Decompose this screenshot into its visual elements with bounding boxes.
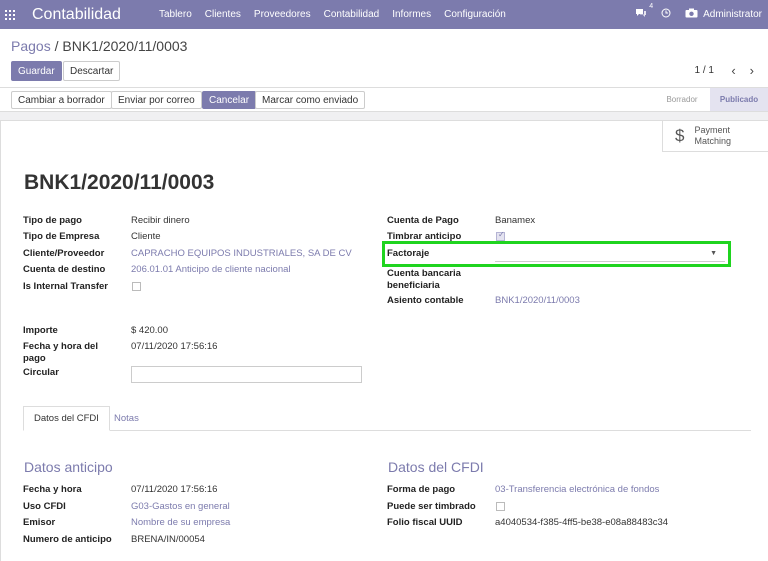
pager-value: 1 / 1 <box>694 65 714 76</box>
payment-date-label-line1: Fecha y hora del <box>23 341 98 352</box>
amount-value[interactable]: $ 420.00 <box>131 325 168 337</box>
journal-value[interactable]: Banamex <box>495 215 535 227</box>
payment-matching-line2: Matching <box>694 136 731 146</box>
payment-date-label: Fecha y hora del pago <box>23 341 98 365</box>
notebook-tabs: Datos del CFDI Notas <box>23 406 751 431</box>
advance-datetime-value[interactable]: 07/11/2020 17:56:16 <box>131 484 217 496</box>
payment-form-label: Forma de pago <box>387 484 456 495</box>
menu-informes[interactable]: Informes <box>392 9 431 20</box>
cancel-button[interactable]: Cancelar <box>202 91 257 109</box>
circular-input[interactable] <box>131 366 362 383</box>
dest-account-label: Cuenta de destino <box>23 264 106 275</box>
state-draft[interactable]: Borrador <box>654 88 710 111</box>
amount-label: Importe <box>23 325 58 336</box>
factoring-select[interactable]: ▼ <box>495 247 725 262</box>
stampable-checkbox[interactable] <box>496 502 505 511</box>
advance-number-value[interactable]: BRENA/IN/00054 <box>131 534 205 546</box>
breadcrumb-separator: / <box>54 38 59 54</box>
breadcrumb-parent[interactable]: Pagos <box>11 38 51 54</box>
pager-nav: ‹ › <box>731 63 754 78</box>
chat-icon[interactable]: 4 <box>635 3 653 21</box>
breadcrumb: Pagos / BNK1/2020/11/0003 <box>11 38 187 54</box>
state-posted[interactable]: Publicado <box>710 88 768 111</box>
payment-date-value[interactable]: 07/11/2020 17:56:16 <box>131 341 217 353</box>
cfdi-section-title: Datos del CFDI <box>388 459 484 475</box>
uuid-value[interactable]: a4040534-f385-4ff5-be38-e08a88483c34 <box>495 517 668 529</box>
internal-transfer-checkbox[interactable] <box>132 282 141 291</box>
partner-type-label: Tipo de Empresa <box>23 231 100 242</box>
factoring-label: Factoraje <box>387 248 430 259</box>
payment-type-label: Tipo de pago <box>23 215 82 226</box>
journal-entry-label: Asiento contable <box>387 295 464 306</box>
top-navbar: Contabilidad Tablero Clientes Proveedore… <box>0 0 768 29</box>
stamp-advance-checkbox[interactable] <box>496 230 505 241</box>
issuer-label: Emisor <box>23 517 56 528</box>
discard-button[interactable]: Descartar <box>63 61 121 81</box>
payment-type-value[interactable]: Recibir dinero <box>131 215 190 227</box>
payment-matching-label: Payment Matching <box>694 125 731 147</box>
menu-clientes[interactable]: Clientes <box>205 9 241 20</box>
journal-label: Cuenta de Pago <box>387 215 459 226</box>
payment-form-link[interactable]: 03-Transferencia electrónica de fondos <box>495 484 659 496</box>
advance-section-title: Datos anticipo <box>24 459 113 475</box>
menu-tablero[interactable]: Tablero <box>159 9 192 20</box>
partner-type-value[interactable]: Cliente <box>131 231 161 243</box>
control-panel: Pagos / BNK1/2020/11/0003 Guardar Descar… <box>0 29 768 88</box>
mark-sent-button[interactable]: Marcar como enviado <box>255 91 366 109</box>
bank-account-label-line2: beneficiaria <box>387 280 440 291</box>
partner-link[interactable]: CAPRACHO EQUIPOS INDUSTRIALES, SA DE CV <box>131 248 352 260</box>
partner-label: Cliente/Proveedor <box>23 248 105 259</box>
payment-matching-button[interactable]: $ Payment Matching <box>662 121 768 152</box>
pager-next-icon[interactable]: › <box>750 63 754 78</box>
tab-notes[interactable]: Notas <box>104 406 149 431</box>
save-button[interactable]: Guardar <box>11 61 62 81</box>
pager-previous-icon[interactable]: ‹ <box>731 63 735 78</box>
cfdi-use-link[interactable]: G03-Gastos en general <box>131 501 230 513</box>
chat-badge: 4 <box>649 3 654 10</box>
payment-matching-line1: Payment <box>694 125 730 135</box>
bank-account-label-line1: Cuenta bancaria <box>387 268 461 279</box>
cfdi-use-label: Uso CFDI <box>23 501 66 512</box>
stampable-label: Puede ser timbrado <box>387 501 476 512</box>
apps-menu-icon[interactable] <box>0 0 20 29</box>
main-menu: Tablero Clientes Proveedores Contabilida… <box>159 9 519 20</box>
circular-label: Circular <box>23 367 59 378</box>
menu-proveedores[interactable]: Proveedores <box>254 9 311 20</box>
status-bar: Cambiar a borrador Enviar por correo Can… <box>0 88 768 112</box>
issuer-link[interactable]: Nombre de su empresa <box>131 517 230 529</box>
form-sheet: $ Payment Matching BNK1/2020/11/0003 Tip… <box>0 120 768 561</box>
bank-account-label: Cuenta bancaria beneficiaria <box>387 268 461 292</box>
clock-icon[interactable] <box>661 8 671 21</box>
advance-datetime-label: Fecha y hora <box>23 484 82 495</box>
user-menu[interactable]: Administrator <box>685 8 762 21</box>
to-draft-button[interactable]: Cambiar a borrador <box>11 91 112 109</box>
advance-number-label: Numero de anticipo <box>23 534 112 545</box>
navbar-right: 4 Administrator <box>635 0 762 29</box>
state-selector: Borrador Publicado <box>654 88 768 111</box>
user-name: Administrator <box>703 9 762 20</box>
dollar-icon: $ <box>675 126 685 145</box>
uuid-label: Folio fiscal UUID <box>387 517 463 528</box>
internal-transfer-label: Is Internal Transfer <box>23 281 109 292</box>
dest-account-link[interactable]: 206.01.01 Anticipo de cliente nacional <box>131 264 291 276</box>
menu-contabilidad[interactable]: Contabilidad <box>324 9 380 20</box>
camera-icon <box>685 8 698 21</box>
breadcrumb-current: BNK1/2020/11/0003 <box>62 38 188 54</box>
payment-date-label-line2: pago <box>23 353 46 364</box>
app-brand[interactable]: Contabilidad <box>32 6 121 24</box>
menu-configuracion[interactable]: Configuración <box>444 9 506 20</box>
journal-entry-link[interactable]: BNK1/2020/11/0003 <box>495 295 580 307</box>
send-email-button[interactable]: Enviar por correo <box>111 91 202 109</box>
caret-down-icon: ▼ <box>710 250 717 257</box>
tab-cfdi-data[interactable]: Datos del CFDI <box>23 406 110 431</box>
record-title: BNK1/2020/11/0003 <box>24 171 215 194</box>
